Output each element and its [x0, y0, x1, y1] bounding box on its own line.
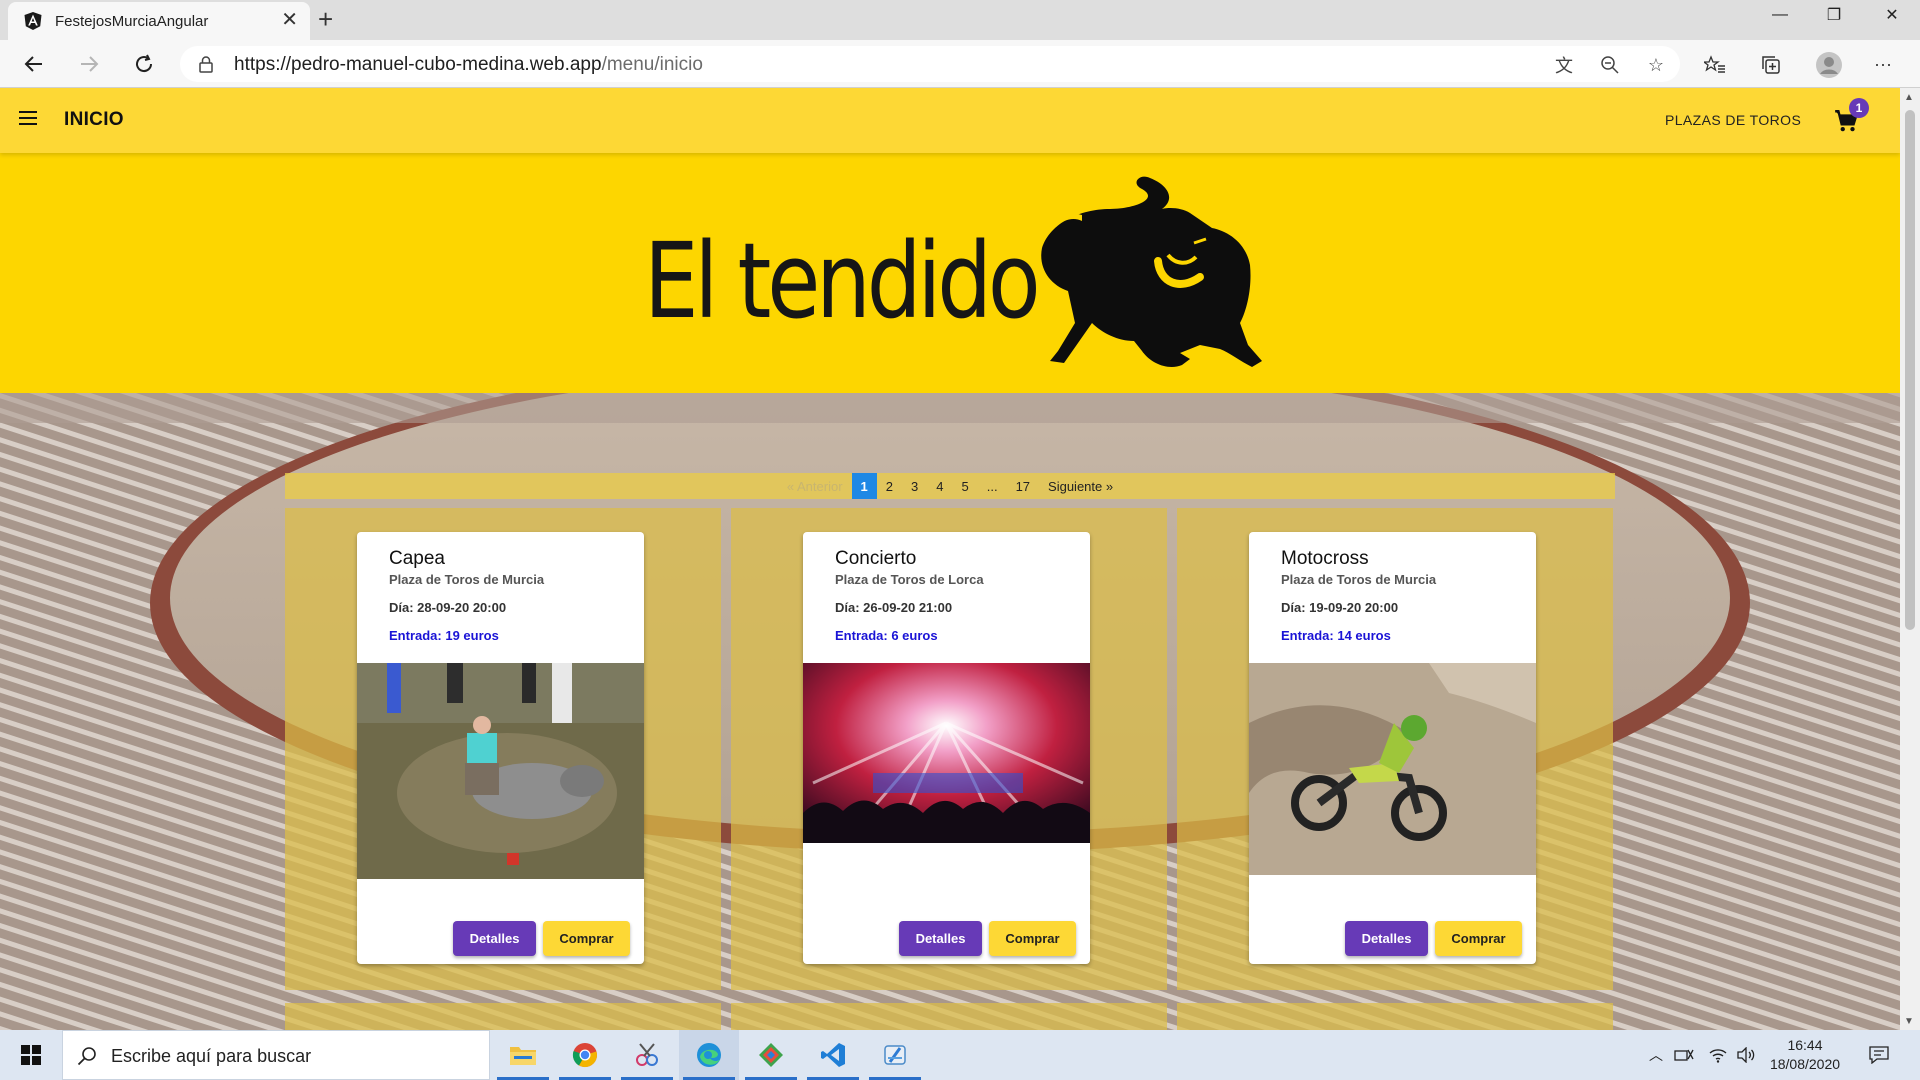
file-explorer-icon[interactable]	[493, 1030, 553, 1080]
event-column	[1177, 1003, 1613, 1030]
network-disconnected-icon[interactable]	[1673, 1044, 1695, 1066]
event-column	[285, 1003, 721, 1030]
details-button[interactable]: Detalles	[453, 921, 536, 956]
translate-icon[interactable]: 文	[1553, 54, 1575, 76]
browser-toolbar: https://pedro-manuel-cubo-medina.web.app…	[0, 40, 1920, 88]
page-1-link[interactable]: 1	[851, 473, 877, 499]
event-title: Capea	[389, 548, 445, 569]
scroll-down-icon[interactable]: ▼	[1904, 1016, 1914, 1027]
event-card: Motocross Plaza de Toros de Murcia Día: …	[1249, 532, 1536, 964]
new-tab-icon[interactable]: +	[318, 6, 333, 32]
scroll-up-icon[interactable]: ▲	[1904, 92, 1914, 103]
buy-button[interactable]: Comprar	[989, 921, 1076, 956]
android-studio-icon[interactable]	[865, 1030, 925, 1080]
page-ellipsis: ...	[986, 478, 998, 494]
more-options-icon[interactable]: ⋯	[1872, 54, 1894, 76]
buy-button[interactable]: Comprar	[543, 921, 630, 956]
concierto-event-image	[803, 663, 1090, 843]
page-viewport: INICIO PLAZAS DE TOROS 1 El tendido « An…	[0, 88, 1900, 1030]
event-price: Entrada: 14 euros	[1281, 628, 1391, 643]
tab-close-icon[interactable]: ✕	[281, 10, 298, 30]
details-button[interactable]: Detalles	[899, 921, 982, 956]
page-5-link[interactable]: 5	[952, 473, 977, 499]
cart-count-badge: 1	[1849, 98, 1869, 118]
event-card: Concierto Plaza de Toros de Lorca Día: 2…	[803, 532, 1090, 964]
event-card: Capea Plaza de Toros de Murcia Día: 28-0…	[357, 532, 644, 964]
event-place: Plaza de Toros de Lorca	[835, 572, 984, 587]
favorites-icon[interactable]	[1704, 54, 1726, 76]
page-4-link[interactable]: 4	[927, 473, 952, 499]
taskbar-clock[interactable]: 16:44 18/08/2020	[1760, 1036, 1850, 1074]
collections-icon[interactable]	[1760, 54, 1782, 76]
event-column: Concierto Plaza de Toros de Lorca Día: 2…	[731, 508, 1167, 990]
event-column: Capea Plaza de Toros de Murcia Día: 28-0…	[285, 508, 721, 990]
event-title: Concierto	[835, 548, 917, 569]
vscode-icon[interactable]	[803, 1030, 863, 1080]
pagination: « Anterior 1 2 3 4 5 ... 17 Siguiente »	[285, 473, 1615, 499]
event-price: Entrada: 19 euros	[389, 628, 499, 643]
page-3-link[interactable]: 3	[902, 473, 927, 499]
page-scrollbar[interactable]: ▲ ▼	[1900, 88, 1920, 1030]
search-icon	[77, 1047, 96, 1066]
search-placeholder: Escribe aquí para buscar	[111, 1046, 312, 1066]
browser-tabstrip: FestejosMurciaAngular ✕ + — ❐ ✕	[0, 0, 1920, 40]
forward-icon[interactable]	[73, 48, 105, 80]
page-17-link[interactable]: 17	[1007, 473, 1039, 499]
taskbar-search-box[interactable]: Escribe aquí para buscar	[62, 1030, 490, 1080]
event-date: Día: 28-09-20 20:00	[389, 600, 507, 615]
close-window-icon[interactable]: ✕	[1864, 0, 1920, 30]
wifi-icon[interactable]	[1707, 1044, 1729, 1066]
hero-banner: El tendido	[0, 153, 1900, 393]
url-text: https://pedro-manuel-cubo-medina.web.app…	[234, 54, 703, 76]
minimize-icon[interactable]: —	[1752, 0, 1808, 30]
event-place: Plaza de Toros de Murcia	[1281, 572, 1437, 587]
capea-event-image	[357, 663, 644, 879]
gitkraken-icon[interactable]	[741, 1030, 801, 1080]
event-price: Entrada: 6 euros	[835, 628, 938, 643]
favorite-star-icon[interactable]: ☆	[1645, 54, 1667, 76]
angular-favicon-icon	[24, 12, 42, 30]
clock-date: 18/08/2020	[1769, 1056, 1841, 1072]
page-2-link[interactable]: 2	[877, 473, 902, 499]
event-place: Plaza de Toros de Murcia	[389, 572, 545, 587]
lock-icon	[199, 56, 213, 73]
back-icon[interactable]	[18, 48, 50, 80]
url-host: https://pedro-manuel-cubo-medina.web.app	[234, 54, 602, 75]
address-bar[interactable]: https://pedro-manuel-cubo-medina.web.app…	[180, 46, 1680, 82]
show-hidden-icons-icon[interactable]: ︿	[1645, 1044, 1667, 1066]
windows-taskbar: Escribe aquí para buscar ︿ 16:44 18/08/2…	[0, 1030, 1920, 1080]
browser-tab[interactable]: FestejosMurciaAngular ✕	[8, 2, 310, 40]
hamburger-menu-icon[interactable]	[18, 108, 40, 130]
motocross-event-image	[1249, 663, 1536, 875]
windows-start-icon[interactable]	[0, 1030, 62, 1080]
volume-icon[interactable]	[1735, 1044, 1757, 1066]
profile-avatar-icon[interactable]	[1815, 51, 1843, 79]
details-button[interactable]: Detalles	[1345, 921, 1428, 956]
tab-title: FestejosMurciaAngular	[55, 13, 209, 30]
event-title: Motocross	[1281, 548, 1369, 569]
buy-button[interactable]: Comprar	[1435, 921, 1522, 956]
event-column	[731, 1003, 1167, 1030]
url-path: /menu/inicio	[601, 54, 703, 75]
zoom-icon[interactable]	[1599, 54, 1621, 76]
plazas-de-toros-link[interactable]: PLAZAS DE TOROS	[1665, 112, 1801, 128]
event-column: Motocross Plaza de Toros de Murcia Día: …	[1177, 508, 1613, 990]
brand-logo-text: El tendido	[644, 220, 1041, 342]
bull-logo-icon	[1041, 176, 1262, 368]
event-date: Día: 19-09-20 20:00	[1281, 600, 1399, 615]
notifications-icon[interactable]	[1868, 1044, 1890, 1066]
page-title: INICIO	[64, 109, 124, 130]
pagination-next[interactable]: Siguiente »	[1039, 473, 1122, 499]
event-date: Día: 26-09-20 21:00	[835, 600, 953, 615]
refresh-icon[interactable]	[128, 48, 160, 80]
scroll-thumb[interactable]	[1905, 110, 1915, 630]
restore-icon[interactable]: ❐	[1806, 0, 1862, 30]
chrome-icon[interactable]	[555, 1030, 615, 1080]
pagination-prev[interactable]: « Anterior	[778, 473, 852, 499]
clock-time: 16:44	[1787, 1037, 1823, 1053]
snip-sketch-icon[interactable]	[617, 1030, 677, 1080]
app-toolbar: INICIO PLAZAS DE TOROS 1	[0, 88, 1900, 153]
edge-browser-icon[interactable]	[679, 1030, 739, 1080]
